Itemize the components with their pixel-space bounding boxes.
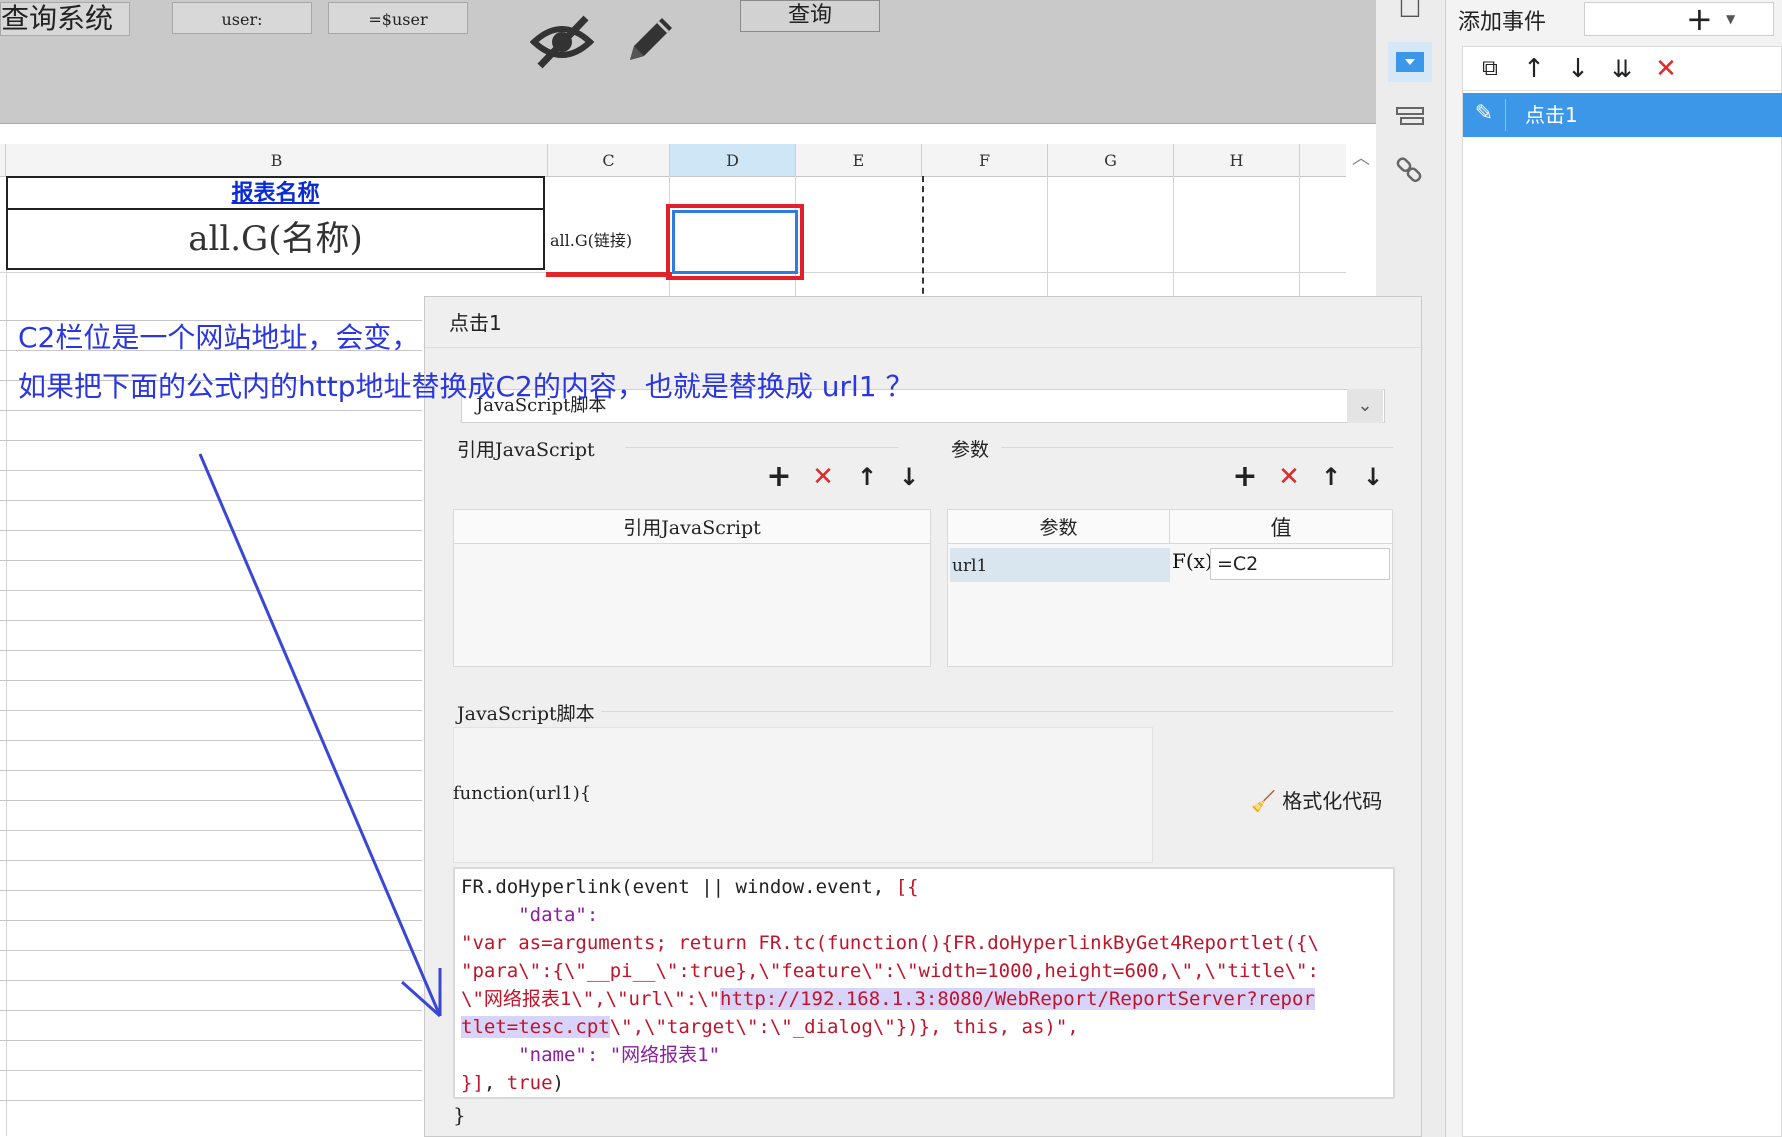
code-line: "name": "网络报表1" [461,1044,721,1066]
event-list: ⧉ ↑ ↓ ⇊ ✕ ✎ 点击1 [1462,46,1782,1137]
column-header-f[interactable]: F [922,144,1048,176]
grid-line [0,440,422,441]
function-signature: function(url1){ [453,783,592,804]
cell-b1-report-name[interactable]: 报表名称 [6,176,545,210]
pencil-icon[interactable] [620,10,680,70]
arrow-up-icon[interactable]: ↑ [1517,53,1551,85]
dialog-divider [425,347,1423,348]
user-value-field[interactable]: =$user [328,2,468,34]
column-header-c[interactable]: C [548,144,670,176]
dropdown-widget-icon[interactable] [1388,42,1432,82]
format-code-label: 格式化代码 [1282,789,1383,813]
grid-line [0,1100,422,1101]
add-event-plus-icon[interactable]: + [1686,0,1713,38]
move-bottom-icon[interactable]: ⇊ [1605,53,1639,85]
item-divider [1505,99,1506,131]
code-line: "para\":{\"__pi__\":true},\"feature\":\"… [461,960,1319,982]
c2-red-underline [546,272,672,277]
event-dialog: 点击1 JavaScript脚本 ⌄ 引用JavaScript + ✕ ↑ ↓ … [424,296,1423,1137]
copy-icon[interactable]: ⧉ [1473,53,1507,85]
arrow-down-icon[interactable]: ↓ [1357,461,1389,493]
param-value-input[interactable]: =C2 [1210,548,1390,580]
formula-fx-icon[interactable]: F(x) [1172,546,1213,580]
add-event-title: 添加事件 [1458,10,1547,35]
column-header-d[interactable]: D [670,144,796,176]
delete-param-icon[interactable]: ✕ [1273,461,1305,493]
cell-b2-name-field[interactable]: all.G(名称) [6,210,545,270]
add-param-icon[interactable]: + [1229,461,1261,493]
params-section-label: 参数 [951,439,990,461]
section-divider [625,447,899,448]
chevron-down-icon[interactable]: ⌄ [1347,389,1383,423]
section-divider [1001,447,1393,448]
grid-line [0,1040,422,1041]
event-panel: 添加事件 + ▼ ⧉ ↑ ↓ ⇊ ✕ ✎ 点击1 [1446,0,1782,1137]
chevron-down-icon[interactable]: ▼ [1726,12,1735,26]
parameter-pane: 查询系统 user: =$user 查询 [0,0,1376,124]
link-icon[interactable] [1388,150,1432,190]
param-name-cell[interactable]: url1 [950,548,1170,582]
param-name-header: 参数 [948,510,1170,544]
code-line: }], true) [461,1072,564,1094]
param-table[interactable]: 参数 值 url1 F(x) =C2 [947,509,1393,667]
eye-off-icon[interactable] [530,14,594,70]
function-closing-brace: } [453,1103,466,1127]
code-line: FR.doHyperlink(event || window.event, [{ [461,876,919,898]
dialog-title: 点击1 [449,311,502,335]
js-ref-column-header: 引用JavaScript [454,510,930,544]
delete-icon[interactable]: ✕ [807,461,839,493]
param-value-header: 值 [1170,510,1392,544]
js-ref-table[interactable]: 引用JavaScript [453,509,931,667]
arrow-up-icon[interactable]: ↑ [1315,461,1347,493]
system-title-label: 查询系统 [0,2,130,36]
user-label: user: [172,2,312,34]
js-script-label: JavaScript脚本 [457,703,595,725]
arrow-up-icon[interactable]: ↑ [851,461,883,493]
pencil-icon: ✎ [1474,101,1494,126]
grid-line [0,410,422,411]
grid-line [0,1070,422,1071]
scroll-up-arrow-icon[interactable]: ︿ [1346,144,1376,174]
format-code-button[interactable]: 🧹 格式化代码 [1251,785,1382,814]
event-item-click1[interactable]: ✎ 点击1 [1463,93,1782,137]
annotation-line-2: 如果把下面的公式内的http地址替换成C2的内容，也就是替换成 url1 ？ [18,370,914,403]
broom-icon: 🧹 [1251,789,1276,813]
code-line: \"网络报表1\",\"url\":\"http://192.168.1.3:8… [461,988,1315,1010]
frame-icon[interactable]: □ [1388,0,1432,26]
delete-icon[interactable]: ✕ [1649,53,1683,85]
column-header-bar: B C D E F G H [0,144,1346,177]
code-line: "data": [461,904,599,926]
column-header-e[interactable]: E [796,144,922,176]
add-icon[interactable]: + [763,461,795,493]
column-header-h[interactable]: H [1174,144,1300,176]
column-header-g[interactable]: G [1048,144,1174,176]
event-item-label: 点击1 [1525,103,1578,127]
query-button[interactable]: 查询 [740,0,880,32]
list-layout-icon[interactable] [1388,96,1432,136]
arrow-down-icon[interactable]: ↓ [893,461,925,493]
cell-c2-link-field[interactable]: all.G(链接) [548,226,668,256]
section-divider [601,711,1393,712]
event-toolbar: ⧉ ↑ ↓ ⇊ ✕ [1463,47,1782,91]
code-line: tlet=tesc.cpt\",\"target\":\"_dialog\"})… [461,1016,1079,1038]
js-ref-section-label: 引用JavaScript [457,439,595,461]
cell-d2-selected[interactable] [672,210,798,274]
code-line: "var as=arguments; return FR.tc(function… [461,932,1319,954]
add-event-dropdown[interactable] [1584,2,1774,36]
js-code-editor[interactable]: FR.doHyperlink(event || window.event, [{… [453,867,1395,1099]
arrow-down-icon[interactable]: ↓ [1561,53,1595,85]
annotation-line-1: C2栏位是一个网站地址，会变， [18,321,420,354]
annotation-arrow-icon [198,453,442,1018]
column-header-b[interactable]: B [6,144,548,176]
